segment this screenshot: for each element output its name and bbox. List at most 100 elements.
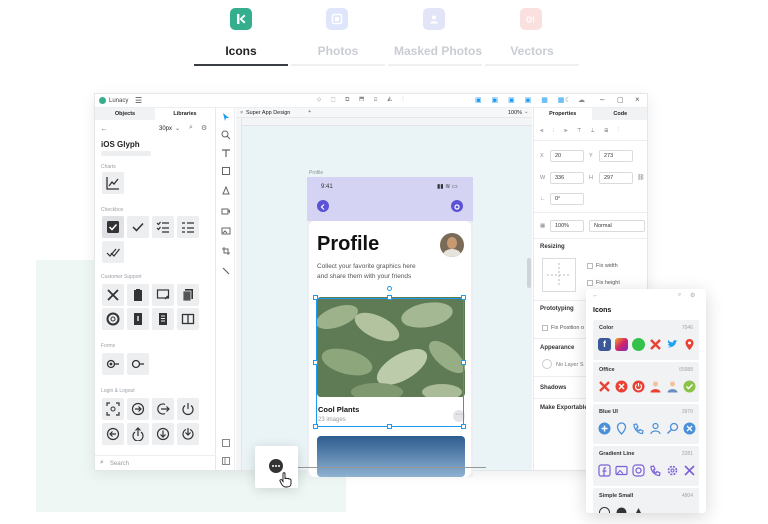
add-tab-icon[interactable]: + xyxy=(308,109,311,115)
selection-handle[interactable] xyxy=(313,295,318,300)
whatsapp-icon[interactable] xyxy=(632,338,645,351)
gear-line-icon[interactable] xyxy=(666,464,679,477)
clipboard-icon[interactable] xyxy=(127,284,149,306)
tab-masked-photos[interactable]: Masked Photos xyxy=(388,44,488,58)
rotate-handle[interactable] xyxy=(387,286,392,291)
resizing-widget[interactable] xyxy=(542,258,576,292)
blend-mode-select[interactable]: Normal xyxy=(589,220,645,232)
tab-vectors[interactable]: Vectors xyxy=(485,44,579,58)
moon-icon[interactable]: ☾ xyxy=(565,96,571,104)
selection-handle[interactable] xyxy=(313,424,318,429)
back-arrow-icon[interactable]: ← xyxy=(100,124,108,133)
lifebuoy-icon[interactable] xyxy=(102,308,124,330)
double-check-icon[interactable] xyxy=(102,241,124,263)
info-doc-icon[interactable] xyxy=(127,308,149,330)
map-pin-icon[interactable] xyxy=(683,338,696,351)
brand-k-icon[interactable] xyxy=(230,8,252,30)
power-icon[interactable] xyxy=(177,398,199,420)
close-circle-icon[interactable] xyxy=(615,380,628,393)
y-field[interactable]: 273 xyxy=(599,150,633,162)
search-bar[interactable]: ⌕ Search xyxy=(95,455,216,470)
icon-group-office[interactable]: Office 65988 xyxy=(593,362,699,402)
icon-group-gradient-line[interactable]: Gradient Line 2281 xyxy=(593,446,699,486)
close-line-icon[interactable] xyxy=(683,464,696,477)
phone-line-icon[interactable] xyxy=(649,464,662,477)
layer-style-select[interactable]: No Layer S xyxy=(556,362,584,368)
selection-handle[interactable] xyxy=(387,424,392,429)
user-error-icon[interactable] xyxy=(649,380,662,393)
chart-glyph-icon[interactable] xyxy=(102,172,124,194)
tab-code[interactable]: Code xyxy=(591,108,647,120)
chevron-down-icon[interactable]: ⌄ xyxy=(524,109,529,115)
icon-group-simple-small[interactable]: Simple Small 4804 xyxy=(593,488,699,513)
settings-icon[interactable]: ⚙ xyxy=(201,124,207,132)
close-icon[interactable]: × xyxy=(635,95,640,104)
menu-icon[interactable]: ☰ xyxy=(135,96,142,105)
simple-circle-icon[interactable] xyxy=(598,506,611,513)
icon-group-color[interactable]: Color 7046 f xyxy=(593,320,699,360)
simple-dot-icon[interactable] xyxy=(615,506,628,513)
width-field[interactable]: 336 xyxy=(550,172,584,184)
fix-height-checkbox[interactable] xyxy=(587,280,593,286)
exit-icon[interactable] xyxy=(102,423,124,445)
settings-button[interactable] xyxy=(451,200,463,212)
check-circle-icon[interactable] xyxy=(683,380,696,393)
selection-handle[interactable] xyxy=(461,295,466,300)
layers-icon[interactable] xyxy=(221,438,231,448)
back-arrow-icon[interactable]: ← xyxy=(592,292,599,299)
x-field[interactable]: 20 xyxy=(550,150,584,162)
selection-handle[interactable] xyxy=(461,424,466,429)
zoom-level[interactable]: 100% xyxy=(508,110,522,116)
selection-handle[interactable] xyxy=(313,360,318,365)
location-icon[interactable] xyxy=(615,422,628,435)
pointer-icon[interactable] xyxy=(221,112,231,122)
simple-triangle-icon[interactable] xyxy=(632,506,645,513)
height-field[interactable]: 297 xyxy=(599,172,633,184)
rotation-field[interactable]: 0° xyxy=(550,193,584,205)
user-icon[interactable] xyxy=(649,422,662,435)
tab-objects[interactable]: Objects xyxy=(95,108,155,120)
checklist-icon[interactable] xyxy=(177,216,199,238)
selection-handle[interactable] xyxy=(387,295,392,300)
search-icon[interactable]: ⌕ xyxy=(678,292,681,299)
photo-icon[interactable] xyxy=(326,8,348,30)
facebook-icon[interactable]: f xyxy=(598,338,611,351)
masked-photo-icon[interactable] xyxy=(423,8,445,30)
line-tool-icon[interactable] xyxy=(221,266,231,276)
check-icon[interactable] xyxy=(127,216,149,238)
opacity-field[interactable]: 100% xyxy=(550,220,584,232)
video-tool-icon[interactable] xyxy=(221,206,231,216)
download-icon[interactable] xyxy=(152,423,174,445)
zoom-icon[interactable] xyxy=(221,130,231,140)
user-check-icon[interactable] xyxy=(666,380,679,393)
facebook-line-icon[interactable] xyxy=(598,464,611,477)
chevron-down-icon[interactable]: ⌄ xyxy=(175,125,180,132)
text-tool-icon[interactable] xyxy=(221,148,231,158)
face-scan-icon[interactable] xyxy=(102,398,124,420)
selection-handle[interactable] xyxy=(461,360,466,365)
doc-tab[interactable]: Super App Design xyxy=(246,110,290,116)
sign-in-icon[interactable] xyxy=(177,423,199,445)
view-tools-icons[interactable]: ▣ ▣ ▣ ▣ ▦ ▦ xyxy=(475,96,568,104)
search-blue-icon[interactable] xyxy=(666,422,679,435)
settings-icon[interactable]: ⚙ xyxy=(690,292,695,299)
tab-icons[interactable]: Icons xyxy=(194,44,288,58)
more-button[interactable] xyxy=(255,446,298,488)
icon-group-blue-ui[interactable]: Blue UI 3970 xyxy=(593,404,699,444)
power-red-icon[interactable] xyxy=(632,380,645,393)
back-button[interactable] xyxy=(317,200,329,212)
checklist-icon[interactable] xyxy=(152,216,174,238)
cloud-icon[interactable]: ☁ xyxy=(578,96,585,104)
style-icon[interactable] xyxy=(542,359,552,369)
tools-icon[interactable] xyxy=(102,284,124,306)
rectangle-tool-icon[interactable] xyxy=(221,166,231,176)
search-icon[interactable]: ⌕ xyxy=(189,124,193,132)
instagram-line-icon[interactable] xyxy=(632,464,645,477)
maximize-icon[interactable]: ▢ xyxy=(617,96,624,104)
size-select[interactable]: 30px xyxy=(159,126,172,132)
avatar[interactable] xyxy=(440,233,464,257)
link-icon[interactable]: ⛓ xyxy=(637,174,645,181)
minimize-icon[interactable]: – xyxy=(600,95,604,104)
book-icon[interactable] xyxy=(177,308,199,330)
pen-tool-icon[interactable] xyxy=(221,186,231,196)
